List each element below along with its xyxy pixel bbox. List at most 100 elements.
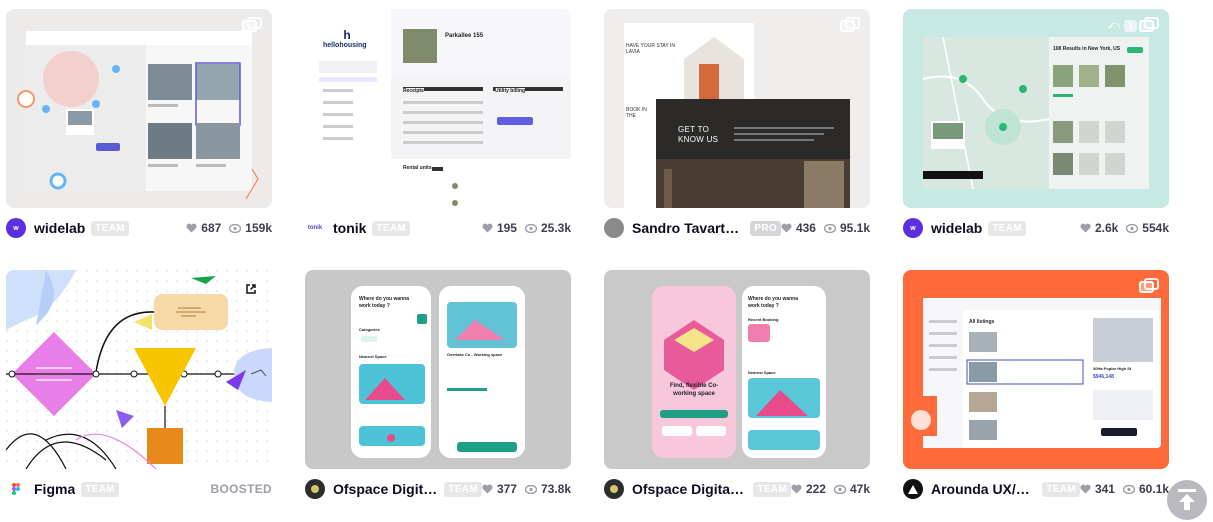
team-badge: TEAM xyxy=(753,481,791,497)
figma-logo-icon[interactable] xyxy=(6,479,26,499)
owner-avatar[interactable] xyxy=(604,218,624,238)
arrow-up-icon xyxy=(1178,489,1196,510)
shot-thumbnail[interactable]: 108 Results in New York, US ⤺ 1 xyxy=(903,9,1169,208)
shot-card[interactable]: Find, flexible Co-working space Where do… xyxy=(604,270,870,522)
shot-thumbnail[interactable]: h hellohousing Parkallee 155 Receipts Ut… xyxy=(305,9,571,208)
owner-name[interactable]: widelab xyxy=(34,220,85,236)
thumb-receipts: Receipts xyxy=(403,88,424,94)
likes-count: 2.6k xyxy=(1094,221,1119,235)
likes-stat[interactable]: 195 xyxy=(482,221,517,235)
thumb-rental: Rental units xyxy=(403,165,432,171)
shot-thumbnail[interactable] xyxy=(6,270,272,469)
owner-avatar[interactable] xyxy=(305,479,325,499)
owner-name[interactable]: tonik xyxy=(333,220,366,236)
owner-avatar[interactable] xyxy=(604,479,624,499)
heart-icon xyxy=(482,484,493,494)
likes-count: 341 xyxy=(1094,482,1115,496)
thumb-question: Where do you wanna work today ? xyxy=(748,296,799,309)
multi-shot-icon xyxy=(1139,278,1159,294)
shot-card[interactable]: Where do you wanna work today ? Categori… xyxy=(305,270,571,522)
thumb-question: Where do you wanna work today ? xyxy=(359,296,410,309)
views-stat: 95.1k xyxy=(823,221,870,235)
heart-icon xyxy=(186,223,197,233)
eye-icon xyxy=(1122,484,1135,494)
shot-thumbnail[interactable] xyxy=(6,9,272,208)
external-link-icon[interactable] xyxy=(240,278,262,300)
boosted-label: BOOSTED xyxy=(210,482,272,496)
scroll-to-top-button[interactable] xyxy=(1167,480,1207,520)
likes-stat[interactable]: 2.6k xyxy=(1080,221,1118,235)
shot-stats: 436 95.1k xyxy=(781,221,870,235)
shot-meta: Figma TEAM BOOSTED xyxy=(6,469,272,509)
shot-stats: 341 60.1k xyxy=(1080,482,1169,496)
team-badge: TEAM xyxy=(81,481,119,497)
shot-card[interactable]: w widelab TEAM 687 159k xyxy=(6,9,272,270)
svg-text:h: h xyxy=(343,28,350,42)
views-count: 47k xyxy=(849,482,870,496)
owner-avatar[interactable]: tonik xyxy=(305,218,325,238)
shot-meta: w widelab TEAM 2.6k 554k xyxy=(903,208,1169,248)
thumb-all-listings: All listings xyxy=(969,319,995,325)
shot-thumbnail[interactable]: HAVE YOUR STAY IN LAVIA BOOK IN THE GET … xyxy=(604,9,870,208)
views-count: 95.1k xyxy=(839,221,870,235)
likes-stat[interactable]: 341 xyxy=(1080,482,1115,496)
owner-name[interactable]: Ofspace Digital ... xyxy=(632,481,747,497)
shot-meta: Ofspace Digital ... TEAM 222 47k xyxy=(604,469,870,509)
thumb-item: Overlake Co - Working space xyxy=(447,352,503,357)
shot-meta: Ofspace Digita... TEAM 377 73.8k xyxy=(305,469,571,509)
pro-badge: PRO xyxy=(750,220,781,236)
team-badge: TEAM xyxy=(1042,481,1080,497)
shot-card[interactable]: h hellohousing Parkallee 155 Receipts Ut… xyxy=(305,9,571,270)
shot-card[interactable]: HAVE YOUR STAY IN LAVIA BOOK IN THE GET … xyxy=(604,9,870,270)
likes-stat[interactable]: 687 xyxy=(186,221,221,235)
shot-grid: w widelab TEAM 687 159k h hellohousing P… xyxy=(6,9,1176,522)
likes-stat[interactable]: 222 xyxy=(791,482,826,496)
shot-meta: w widelab TEAM 687 159k xyxy=(6,208,272,248)
heart-icon xyxy=(1080,223,1091,233)
thumb-nearest: Nearest Space xyxy=(359,354,387,359)
owner-name[interactable]: widelab xyxy=(931,220,982,236)
shot-card[interactable]: All listings 30Ha Poplar High St $946,14… xyxy=(903,270,1169,522)
heart-icon xyxy=(482,223,493,233)
thumb-find: Find, flexible Co-working space xyxy=(669,383,719,397)
eye-icon xyxy=(1126,223,1139,233)
shot-thumbnail[interactable]: Where do you wanna work today ? Categori… xyxy=(305,270,571,469)
share-count: 1 xyxy=(1123,19,1137,32)
views-stat: 159k xyxy=(229,221,272,235)
thumb-nearest: Nearest Space xyxy=(748,370,776,375)
views-count: 25.3k xyxy=(540,221,571,235)
owner-name[interactable]: Arounda UX/UI,... xyxy=(931,481,1036,497)
views-stat: 60.1k xyxy=(1122,482,1169,496)
likes-stat[interactable]: 436 xyxy=(781,221,816,235)
heart-icon xyxy=(791,484,802,494)
shot-card[interactable]: Figma TEAM BOOSTED xyxy=(6,270,272,522)
likes-stat[interactable]: 377 xyxy=(482,482,517,496)
likes-count: 687 xyxy=(201,221,222,235)
shot-card[interactable]: 108 Results in New York, US ⤺ 1 w widela… xyxy=(903,9,1169,270)
thumb-book-text: BOOK IN THE xyxy=(626,107,647,119)
shot-stats: 687 159k xyxy=(186,221,272,235)
views-stat: 25.3k xyxy=(524,221,571,235)
owner-name[interactable]: Ofspace Digita... xyxy=(333,481,438,497)
thumb-categories: Categories xyxy=(359,327,380,332)
shot-preview-image xyxy=(922,36,1149,190)
shot-stats: 222 47k xyxy=(791,482,870,496)
shot-meta: Sandro Tavartkil... PRO 436 95.1k xyxy=(604,208,870,248)
shot-thumbnail[interactable]: Find, flexible Co-working space Where do… xyxy=(604,270,870,469)
shot-preview-image xyxy=(351,286,525,458)
thumb-utility: Utility billing xyxy=(495,88,525,94)
owner-avatar[interactable]: w xyxy=(6,218,26,238)
owner-avatar[interactable]: w xyxy=(903,218,923,238)
shot-meta: Arounda UX/UI,... TEAM 341 60.1k xyxy=(903,469,1169,509)
views-stat: 73.8k xyxy=(524,482,571,496)
owner-avatar[interactable] xyxy=(903,479,923,499)
eye-icon xyxy=(524,223,537,233)
likes-count: 377 xyxy=(496,482,517,496)
shot-preview-image xyxy=(6,270,272,469)
owner-name[interactable]: Sandro Tavartkil... xyxy=(632,220,744,236)
views-count: 73.8k xyxy=(540,482,571,496)
thumb-address: 30Ha Poplar High St xyxy=(1093,366,1132,371)
owner-name[interactable]: Figma xyxy=(34,481,75,497)
shot-thumbnail[interactable]: All listings 30Ha Poplar High St $946,14… xyxy=(903,270,1169,469)
shot-preview-image: h xyxy=(305,9,571,208)
